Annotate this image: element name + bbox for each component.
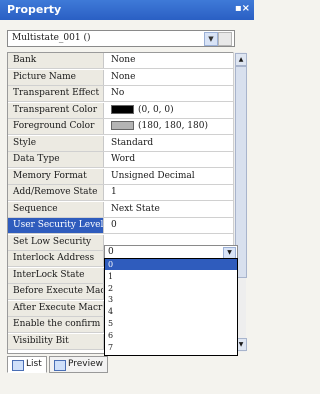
bottom-tabs: List Preview — [7, 356, 247, 373]
property-name: Enable the confirm — [8, 317, 104, 332]
security-option[interactable]: 5 — [105, 318, 237, 329]
tab-label: List — [26, 359, 42, 369]
property-row[interactable]: Bank None — [8, 53, 234, 69]
property-value-text: Word — [111, 154, 136, 164]
property-name: Before Execute Mac — [8, 284, 104, 299]
property-value[interactable]: None — [111, 53, 135, 68]
security-level-value: 0 — [108, 247, 114, 257]
property-name: Sequence — [8, 201, 104, 217]
property-name: Add/Remove State — [8, 185, 104, 200]
property-name: After Execute Macr — [8, 300, 104, 316]
property-name: Data Type — [8, 152, 104, 167]
property-row[interactable]: Transparent Effect No — [8, 86, 234, 102]
settings-icon[interactable] — [218, 32, 232, 46]
property-row[interactable]: User Security Level 0 — [8, 218, 234, 234]
tab-preview[interactable]: Preview — [49, 356, 109, 373]
property-name: Interlock Address — [8, 251, 104, 266]
property-value[interactable]: 0 — [111, 218, 117, 233]
property-row[interactable]: Transparent Color (0, 0, 0) — [8, 102, 234, 119]
window-title: Property — [7, 3, 62, 16]
property-value[interactable]: Word — [111, 152, 135, 167]
property-value[interactable]: (0, 0, 0) — [111, 103, 174, 118]
property-name: Transparent Effect — [8, 86, 104, 101]
security-option[interactable]: 3 — [105, 294, 237, 305]
property-row[interactable]: Foreground Color (180, 180, 180) — [8, 119, 234, 135]
object-selector[interactable]: Multistate_001 () ▼ — [7, 30, 235, 47]
property-row[interactable]: Style Standard — [8, 135, 234, 152]
window-controls[interactable]: ▪× — [235, 3, 250, 14]
property-row[interactable]: Sequence Next State — [8, 201, 234, 218]
property-name: Foreground Color — [8, 119, 104, 134]
security-option[interactable]: 0 — [105, 259, 237, 270]
security-option[interactable]: 6 — [105, 330, 237, 341]
property-value-text: 0 — [111, 220, 117, 230]
property-row[interactable]: Add/Remove State 1 — [8, 185, 234, 201]
property-name: Set Low Security — [8, 234, 104, 250]
property-value-text: (180, 180, 180) — [138, 121, 209, 131]
property-value[interactable]: 1 — [111, 185, 117, 200]
property-value-text: (0, 0, 0) — [138, 104, 174, 115]
security-option[interactable]: 4 — [105, 306, 237, 317]
property-name: InterLock State — [8, 267, 104, 283]
property-name: Memory Format — [8, 168, 104, 184]
property-value[interactable]: No — [111, 86, 124, 101]
security-level-options: 01234567 — [104, 258, 238, 356]
property-name: Style — [8, 135, 104, 151]
property-value[interactable]: Standard — [111, 136, 153, 151]
security-option[interactable]: 2 — [105, 283, 237, 294]
security-option[interactable]: 7 — [105, 342, 237, 353]
color-swatch — [111, 104, 134, 114]
color-swatch — [111, 121, 134, 130]
property-name: Picture Name — [8, 69, 104, 85]
property-value-text: Unsigned Decimal — [111, 170, 195, 181]
property-row[interactable]: Picture Name None — [8, 69, 234, 86]
property-value-text: None — [111, 55, 136, 65]
property-value-text: Standard — [111, 137, 154, 148]
security-option[interactable]: 1 — [105, 271, 237, 282]
property-value-text: No — [111, 88, 125, 98]
property-row[interactable]: Memory Format Unsigned Decimal — [8, 168, 234, 185]
property-value-text: 1 — [111, 187, 117, 197]
list-icon — [12, 360, 24, 371]
object-selector-value: Multistate_001 () — [12, 33, 91, 43]
property-value[interactable]: Unsigned Decimal — [111, 169, 195, 184]
scroll-up-icon[interactable]: ▲ — [235, 53, 247, 66]
property-value[interactable]: None — [111, 70, 135, 85]
property-value[interactable]: (180, 180, 180) — [111, 119, 208, 134]
property-value[interactable]: Next State — [111, 202, 160, 217]
tab-label: Preview — [68, 359, 104, 369]
preview-icon — [54, 360, 66, 371]
property-row[interactable]: Data Type Word — [8, 152, 234, 168]
property-value-text: Next State — [111, 203, 160, 214]
property-name: Visibility Bit — [8, 333, 104, 349]
property-name: Transparent Color — [8, 102, 104, 118]
property-name: User Security Level — [8, 218, 104, 233]
chevron-down-icon[interactable]: ▼ — [204, 32, 218, 46]
tab-list[interactable]: List — [7, 356, 47, 373]
property-value-text: None — [111, 71, 136, 82]
property-name: Bank — [8, 53, 104, 68]
window-title-bar: Property ▪× — [0, 0, 254, 20]
